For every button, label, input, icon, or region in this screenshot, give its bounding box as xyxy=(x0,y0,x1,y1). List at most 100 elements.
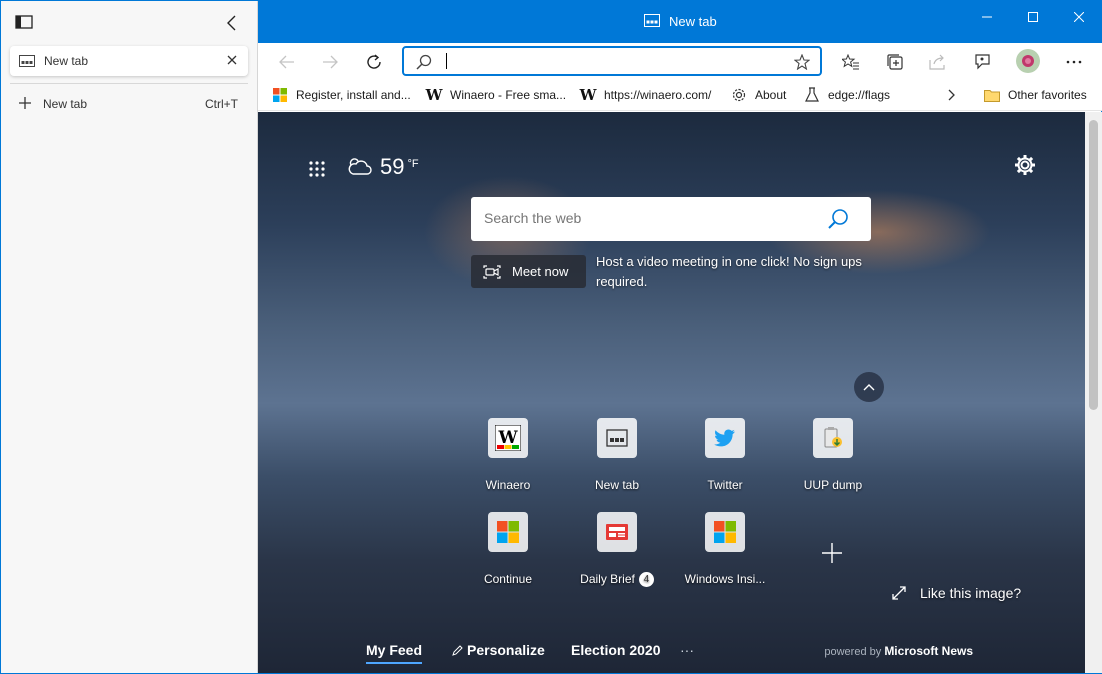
settings-more-button[interactable] xyxy=(1059,47,1089,77)
new-tab-icon xyxy=(597,418,637,458)
search-icon[interactable] xyxy=(827,208,849,230)
share-button[interactable] xyxy=(923,47,953,77)
weather-unit: °F xyxy=(407,158,419,170)
powered-by-prefix: powered by xyxy=(824,646,882,658)
web-search-input[interactable] xyxy=(484,210,814,226)
news-feed-bar: My Feed Personalize Election 2020 ··· po… xyxy=(258,632,1085,673)
share-icon xyxy=(929,54,945,70)
favorites-button[interactable] xyxy=(836,47,866,77)
weather-temperature: 59 xyxy=(380,154,405,179)
title-bar: New tab xyxy=(258,1,1102,43)
profile-avatar[interactable] xyxy=(1016,49,1040,73)
microsoft-logo-icon xyxy=(705,512,745,552)
tab-election-2020[interactable]: Election 2020 xyxy=(571,642,661,658)
tab-my-feed[interactable]: My Feed xyxy=(366,642,423,664)
new-tab-button[interactable]: New tab Ctrl+T xyxy=(10,89,248,117)
scrollbar-thumb[interactable] xyxy=(1089,120,1098,410)
favorites-overflow-button[interactable] xyxy=(948,85,956,105)
new-tab-page: 59 °F Meet now Host a video meeting in o… xyxy=(258,112,1085,673)
collapse-pane-icon[interactable] xyxy=(225,15,239,31)
favorite-item[interactable]: W https://winaero.com/ xyxy=(579,85,712,105)
other-favorites[interactable]: Other favorites xyxy=(984,85,1087,105)
profile-avatar-icon xyxy=(1016,49,1040,73)
pencil-icon xyxy=(452,645,463,656)
page-scrollbar[interactable] xyxy=(1085,112,1102,673)
quick-link-continue[interactable]: Continue xyxy=(458,512,558,602)
favorite-label: https://winaero.com/ xyxy=(604,88,712,102)
like-this-image-link[interactable]: Like this image? xyxy=(892,585,1021,601)
winaero-icon: W xyxy=(425,86,443,104)
minimize-icon xyxy=(982,16,992,18)
tab-personalize-label: Personalize xyxy=(467,642,545,658)
favorites-list-icon xyxy=(842,54,859,70)
new-tab-favicon-icon xyxy=(19,55,35,67)
forward-arrow-icon xyxy=(323,55,338,69)
tile-label: Winaero xyxy=(485,478,531,492)
address-input[interactable] xyxy=(448,52,788,70)
favorite-label: Register, install and... xyxy=(296,88,411,102)
search-icon xyxy=(416,54,432,70)
more-tabs-button[interactable]: ··· xyxy=(680,642,694,658)
tile-label-text: Daily Brief xyxy=(580,572,635,586)
sidebar-divider xyxy=(10,83,248,84)
like-this-image-label: Like this image? xyxy=(920,585,1022,601)
window-title: New tab xyxy=(669,14,717,29)
feedback-button[interactable] xyxy=(967,47,997,77)
tab-personalize[interactable]: Personalize xyxy=(452,642,545,658)
tile-label: UUP dump xyxy=(803,478,863,492)
close-icon xyxy=(1074,12,1084,22)
vertical-tabs-header xyxy=(1,1,257,43)
other-favorites-label: Other favorites xyxy=(1008,88,1087,102)
winaero-icon: W xyxy=(579,86,597,104)
back-button[interactable] xyxy=(272,47,302,77)
more-dots-icon xyxy=(1066,60,1082,64)
feedback-icon xyxy=(975,54,990,70)
quick-link-windows-insider[interactable]: Windows Insi... xyxy=(675,512,775,602)
refresh-button[interactable] xyxy=(359,47,389,77)
meet-now-promo: Host a video meeting in one click! No si… xyxy=(596,254,862,289)
app-launcher-icon[interactable] xyxy=(308,160,326,178)
browser-window: New tab New tab Ctrl+T New tab Register,… xyxy=(0,0,1102,674)
refresh-icon xyxy=(367,54,381,69)
favorite-item[interactable]: About xyxy=(731,85,786,105)
quick-link-winaero[interactable]: W Winaero xyxy=(458,418,558,508)
favorite-star-icon[interactable] xyxy=(794,54,810,70)
collapse-quick-links-button[interactable] xyxy=(854,372,884,402)
winaero-icon: W xyxy=(488,418,528,458)
microsoft-logo-icon xyxy=(272,87,288,103)
favorite-item[interactable]: W Winaero - Free sma... xyxy=(426,85,566,105)
twitter-icon xyxy=(705,418,745,458)
add-site-plus-icon[interactable] xyxy=(821,542,843,564)
address-bar[interactable] xyxy=(402,46,822,76)
meet-now-button[interactable]: Meet now xyxy=(471,255,586,288)
navigation-toolbar xyxy=(258,43,1102,79)
quick-link-daily-brief[interactable]: Daily Brief 4 xyxy=(567,512,667,602)
favorite-label: Winaero - Free sma... xyxy=(450,88,567,102)
tile-label: Continue xyxy=(483,572,533,586)
maximize-icon xyxy=(1028,12,1038,22)
forward-button[interactable] xyxy=(315,47,345,77)
favorites-bar: Register, install and... W Winaero - Fre… xyxy=(258,79,1102,111)
minimize-button[interactable] xyxy=(964,1,1010,33)
page-settings-gear-icon[interactable] xyxy=(1014,154,1036,176)
close-window-button[interactable] xyxy=(1056,1,1102,33)
quick-link-uup-dump[interactable]: UUP dump xyxy=(783,418,883,508)
notification-badge: 4 xyxy=(638,572,654,588)
quick-link-twitter[interactable]: Twitter xyxy=(675,418,775,508)
close-tab-icon[interactable] xyxy=(225,53,239,67)
tile-label: Windows Insi... xyxy=(684,572,766,586)
collections-button[interactable] xyxy=(880,47,910,77)
daily-brief-icon xyxy=(597,512,637,552)
quick-link-new-tab[interactable]: New tab xyxy=(567,418,667,508)
maximize-button[interactable] xyxy=(1010,1,1056,33)
web-search-box[interactable] xyxy=(471,197,871,241)
tab-actions-icon[interactable] xyxy=(15,15,33,29)
favorite-item[interactable]: Register, install and... xyxy=(272,85,411,105)
sidebar-tab-new-tab[interactable]: New tab xyxy=(10,46,248,76)
flask-icon xyxy=(804,87,820,103)
weather-widget[interactable]: 59 °F xyxy=(346,154,419,180)
sidebar-tab-label: New tab xyxy=(44,54,89,68)
favorite-item[interactable]: edge://flags xyxy=(804,85,890,105)
cloudy-icon xyxy=(348,158,372,175)
svg-text:W: W xyxy=(497,428,518,448)
